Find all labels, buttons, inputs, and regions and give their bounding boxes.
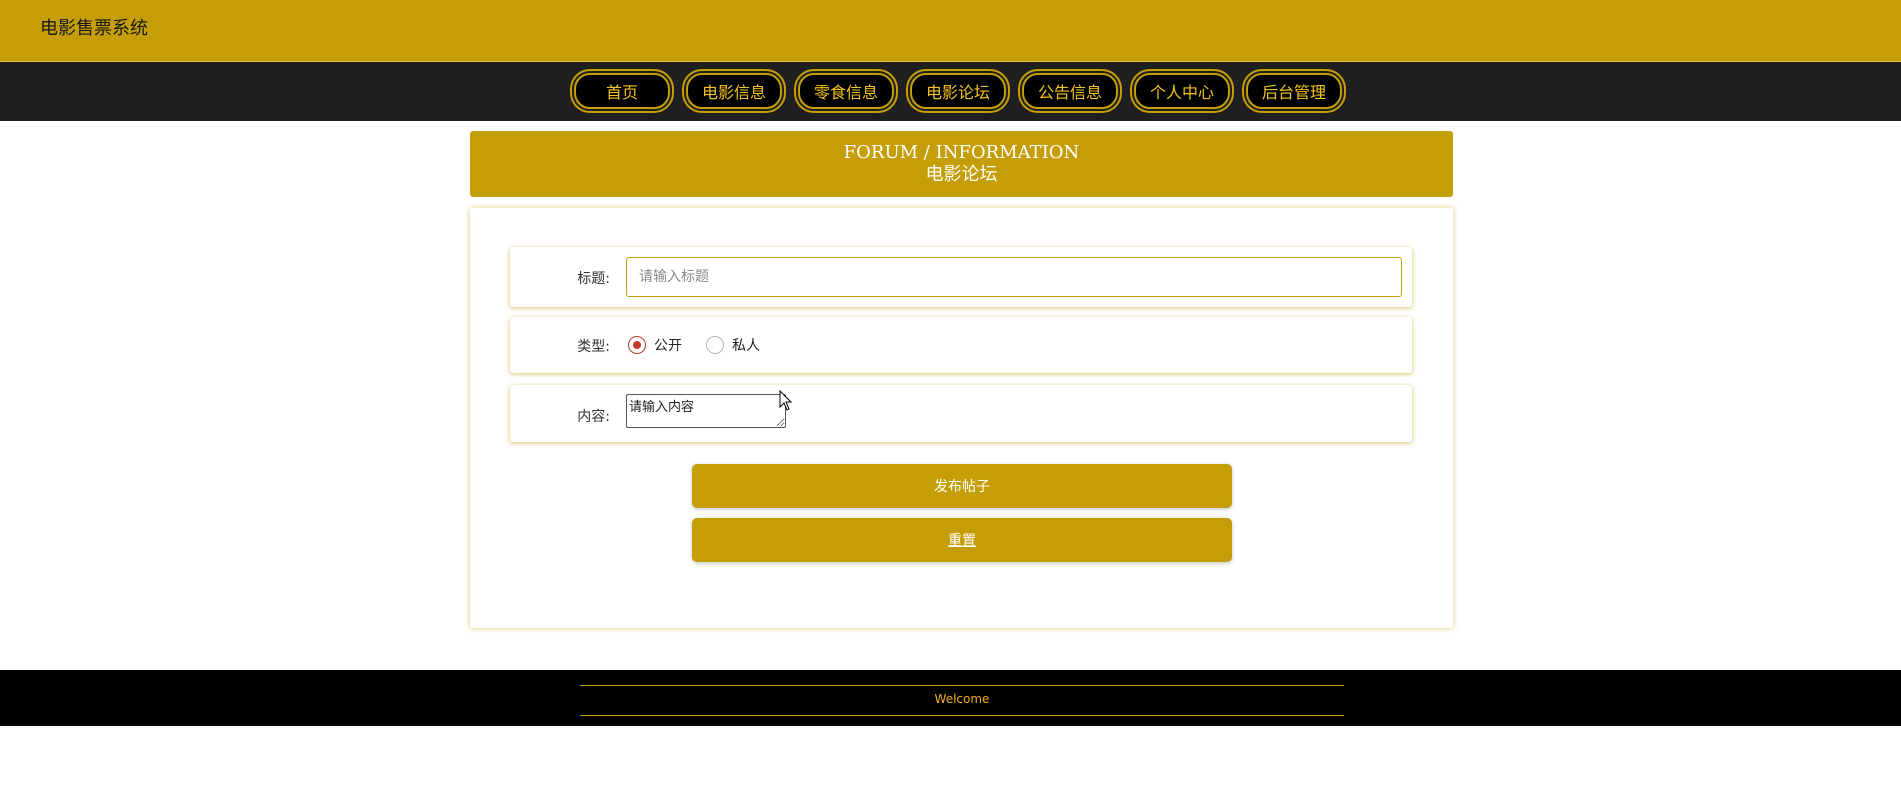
nav-item-announcements[interactable]: 公告信息 [1018, 69, 1122, 113]
title-label: 标题: [577, 271, 610, 287]
post-form-panel: 标题: 类型: 公开 私人 内容: 发布帖子 重置 [470, 208, 1453, 628]
form-row-title: 标题: [510, 247, 1412, 307]
nav-bar: 首页 电影信息 零食信息 电影论坛 公告信息 个人中心 后台管理 [0, 62, 1901, 121]
content-textarea[interactable] [626, 394, 786, 428]
type-option-private[interactable]: 私人 [706, 335, 760, 355]
section-banner: FORUM / INFORMATION 电影论坛 [470, 131, 1453, 197]
radio-label-private[interactable]: 私人 [732, 335, 760, 355]
footer-divider-top [580, 685, 1344, 686]
top-header: 电影售票系统 [0, 0, 1901, 62]
form-row-content: 内容: [510, 385, 1412, 442]
type-radio-group: 公开 私人 [628, 335, 784, 355]
nav-item-label[interactable]: 个人中心 [1134, 73, 1230, 109]
footer-welcome-text: Welcome [934, 692, 990, 706]
form-row-type: 类型: 公开 私人 [510, 317, 1412, 373]
reset-button[interactable]: 重置 [692, 518, 1232, 562]
footer: Welcome [0, 670, 1901, 726]
type-label: 类型: [577, 339, 610, 355]
type-option-public[interactable]: 公开 [628, 335, 682, 355]
footer-divider-bottom [580, 715, 1344, 716]
nav-item-forum[interactable]: 电影论坛 [906, 69, 1010, 113]
nav-item-label[interactable]: 电影信息 [686, 73, 782, 109]
nav-item-admin[interactable]: 后台管理 [1242, 69, 1346, 113]
radio-label-public[interactable]: 公开 [654, 335, 682, 355]
banner-title-en: FORUM / INFORMATION [843, 142, 1080, 163]
radio-checked-icon[interactable] [628, 336, 646, 354]
nav-item-home[interactable]: 首页 [570, 69, 674, 113]
nav-item-label[interactable]: 后台管理 [1246, 73, 1342, 109]
nav-item-label[interactable]: 电影论坛 [910, 73, 1006, 109]
nav-item-snacks[interactable]: 零食信息 [794, 69, 898, 113]
nav-item-movies[interactable]: 电影信息 [682, 69, 786, 113]
nav-item-profile[interactable]: 个人中心 [1130, 69, 1234, 113]
title-input[interactable] [626, 257, 1402, 297]
site-title: 电影售票系统 [40, 18, 148, 39]
radio-unchecked-icon[interactable] [706, 336, 724, 354]
publish-post-button[interactable]: 发布帖子 [692, 464, 1232, 508]
nav-items: 首页 电影信息 零食信息 电影论坛 公告信息 个人中心 后台管理 [570, 69, 1346, 113]
nav-item-label[interactable]: 公告信息 [1022, 73, 1118, 109]
nav-item-label[interactable]: 零食信息 [798, 73, 894, 109]
content-label: 内容: [577, 409, 610, 425]
nav-item-label[interactable]: 首页 [574, 73, 670, 109]
banner-title-cn: 电影论坛 [925, 164, 998, 185]
mouse-pointer-icon [779, 390, 793, 411]
